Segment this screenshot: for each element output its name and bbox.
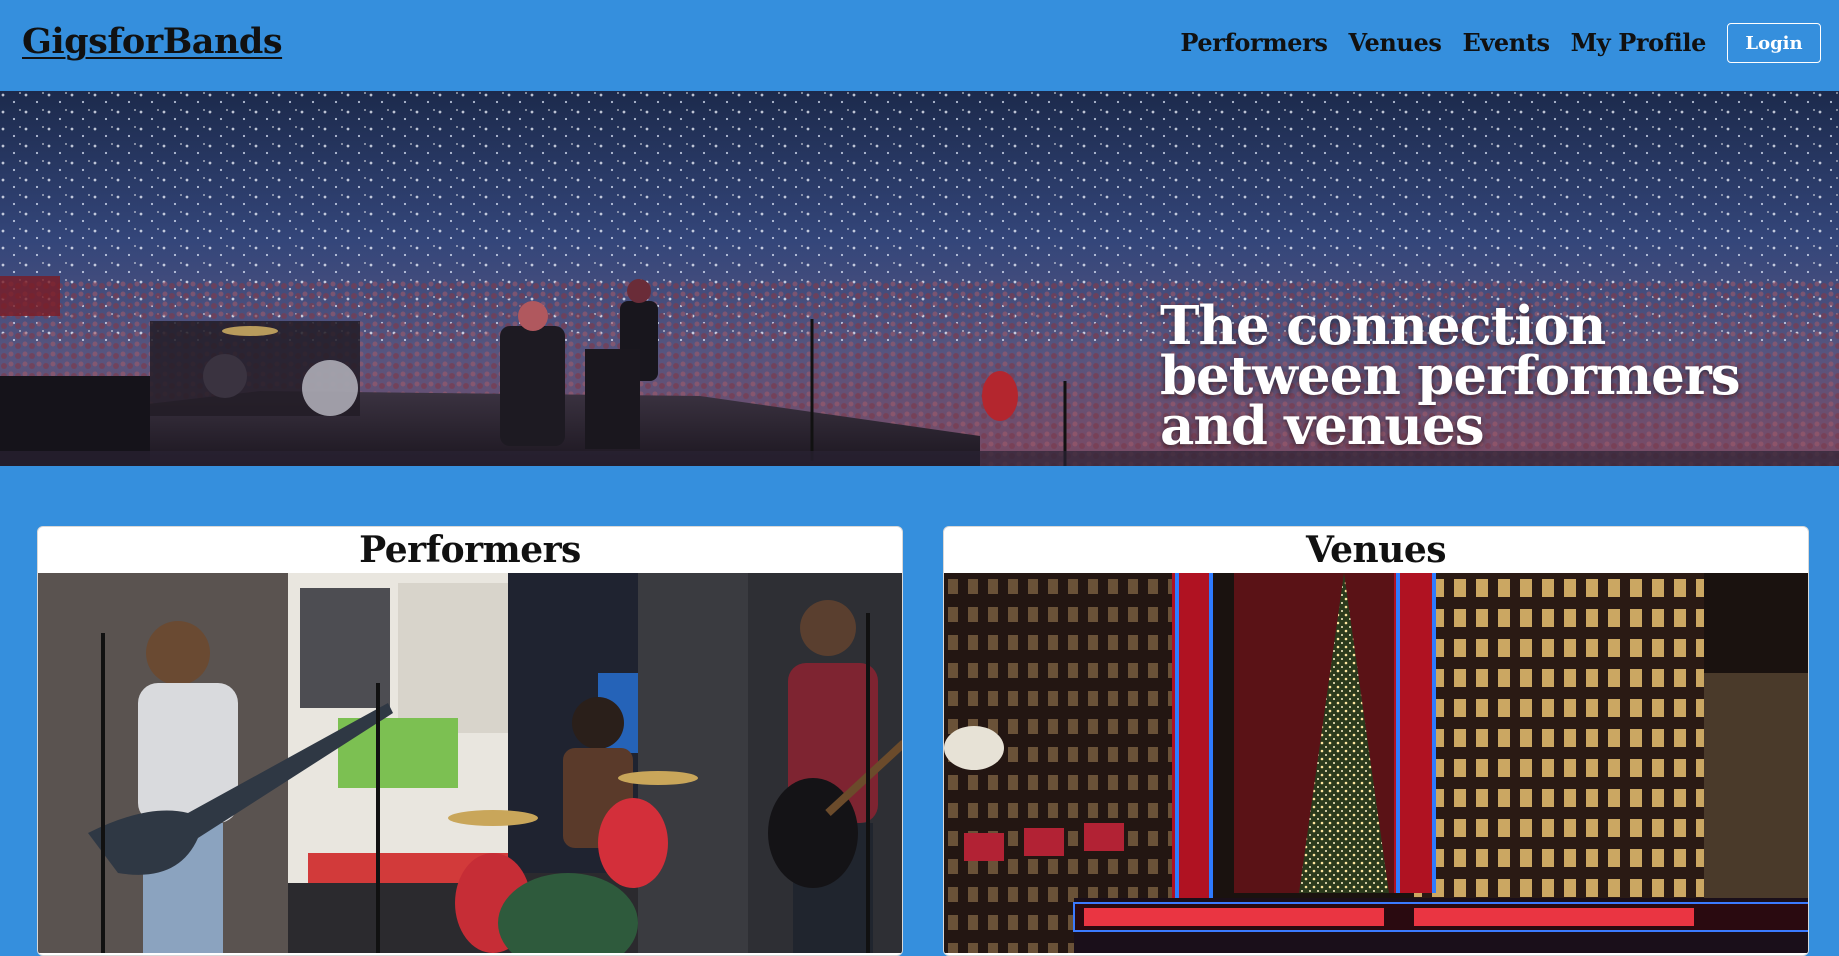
venues-card-title: Venues xyxy=(1305,529,1447,571)
nav-link-performers[interactable]: Performers xyxy=(1180,22,1328,64)
performers-card-title: Performers xyxy=(359,529,581,571)
performers-card-image[interactable] xyxy=(38,573,902,953)
nav-link-my-profile[interactable]: My Profile xyxy=(1571,22,1707,64)
nav-links: Performers Venues Events My Profile Logi… xyxy=(1180,22,1821,64)
street-band-image xyxy=(38,573,902,953)
brand-logo-link[interactable]: GigsforBands xyxy=(22,20,283,64)
nav-link-events[interactable]: Events xyxy=(1462,22,1550,64)
hero-headline: The connection between performers and ve… xyxy=(1160,295,1741,457)
navbar: GigsforBands Performers Venues Events My… xyxy=(0,0,1839,91)
performers-card[interactable]: Performers xyxy=(37,526,903,956)
venues-card[interactable]: Venues xyxy=(943,526,1809,956)
radio-city-image xyxy=(944,573,1808,953)
nav-link-venues[interactable]: Venues xyxy=(1348,22,1441,64)
login-button[interactable]: Login xyxy=(1727,23,1821,63)
hero-banner: The connection between performers and ve… xyxy=(0,91,1839,466)
venues-card-image[interactable] xyxy=(944,573,1808,953)
